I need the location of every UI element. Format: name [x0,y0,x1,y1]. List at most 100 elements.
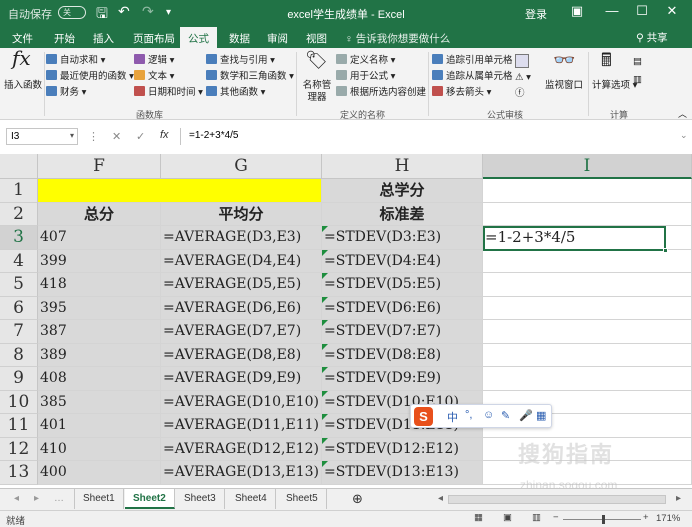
microphone-icon[interactable]: 🎤 [519,409,533,422]
cell-g3[interactable]: =AVERAGE(D3,E3) [161,226,322,250]
ime-mode-indicator[interactable]: 中 [447,409,458,425]
ellipsis-icon[interactable]: … [46,489,72,509]
cell-h8[interactable]: =STDEV(D8:E8) [322,343,483,367]
create-from-selection-button[interactable]: 根据所选内容创建 [336,86,426,99]
scroll-left-icon[interactable]: ◂ [6,489,27,509]
share-button[interactable]: ⚲ 共享 [636,30,668,45]
row-header-13[interactable]: 13 [0,461,38,485]
cell-g12[interactable]: =AVERAGE(D12,E12) [161,437,322,461]
cell-f9[interactable]: 408 [38,367,161,391]
zoom-in-icon[interactable]: + [643,512,649,523]
tab-home[interactable]: 开始 [54,31,75,46]
tab-formulas[interactable]: 公式 [180,27,217,48]
define-name-button[interactable]: 定义名称 ▾ [336,54,395,67]
normal-view-icon[interactable]: ▦ [474,512,483,523]
redo-icon[interactable]: ↷ [142,3,154,20]
cell-f13[interactable]: 400 [38,461,161,485]
cell-f10[interactable]: 385 [38,390,161,414]
financial-button[interactable]: 财务 ▾ [46,86,86,99]
cell-g7[interactable]: =AVERAGE(D7,E7) [161,320,322,344]
scroll-right-icon[interactable]: ▸ [26,489,47,509]
logical-button[interactable]: 逻辑 ▾ [134,54,174,67]
tab-page-layout[interactable]: 页面布局 [133,31,175,46]
cell-f4[interactable]: 399 [38,249,161,273]
hscroll-right-icon[interactable]: ▸ [668,489,689,509]
cell-h4[interactable]: =STDEV(D4:E4) [322,249,483,273]
tab-review[interactable]: 审阅 [267,31,288,46]
trace-precedents-button[interactable]: 追踪引用单元格 [432,54,513,67]
minimize-icon[interactable]: — [600,3,624,18]
cell-f11[interactable]: 401 [38,414,161,438]
name-manager-button[interactable]: 名称管理器 [302,80,332,104]
watch-window-button[interactable]: 监视窗口 [545,80,583,92]
error-check-icon[interactable]: ⚠ ▾ [515,72,531,84]
row-header-3[interactable]: 3 [0,226,38,250]
qat-customize-icon[interactable]: ▾ [166,7,171,18]
cell-h5[interactable]: =STDEV(D5:E5) [322,273,483,297]
cell-h9[interactable]: =STDEV(D9:E9) [322,367,483,391]
row-header-2[interactable]: 2 [0,202,38,226]
sheet-tab-sheet1[interactable]: Sheet1 [74,489,124,509]
row-header-1[interactable]: 1 [0,179,38,203]
cell-f6[interactable]: 395 [38,296,161,320]
insert-function-button[interactable]: 插入函数 [4,80,42,92]
column-header-g[interactable]: G [161,154,322,179]
cell-g4[interactable]: =AVERAGE(D4,E4) [161,249,322,273]
undo-icon[interactable]: ↶ [118,3,130,20]
row-header-10[interactable]: 10 [0,390,38,414]
more-functions-button[interactable]: 其他函数 ▾ [206,86,265,99]
page-break-view-icon[interactable]: ▥ [532,512,541,523]
lookup-button[interactable]: 查找与引用 ▾ [206,54,275,67]
cell-i4[interactable] [483,249,692,273]
cell-i1[interactable] [483,179,692,203]
skin-icon[interactable]: ✎ [501,409,510,422]
cell-h2[interactable]: 标准差 [322,202,483,226]
column-header-f[interactable]: F [38,154,161,179]
formula-input[interactable]: =1-2+3*4/5 [180,128,677,145]
trace-dependents-button[interactable]: 追踪从属单元格 [432,70,513,83]
cell-h3[interactable]: =STDEV(D3:E3) [322,226,483,250]
close-icon[interactable]: ✕ [660,3,684,19]
cell-g10[interactable]: =AVERAGE(D10,E10) [161,390,322,414]
calculate-sheet-icon[interactable]: ▥ [633,74,642,86]
cell-f7[interactable]: 387 [38,320,161,344]
add-sheet-icon[interactable]: ⊕ [344,487,371,507]
column-header-i[interactable]: I [483,154,692,179]
page-layout-view-icon[interactable]: ▣ [503,512,512,523]
insert-function-icon[interactable]: fx [12,48,31,68]
horizontal-scrollbar[interactable] [448,495,666,504]
tab-insert[interactable]: 插入 [93,31,114,46]
row-header-8[interactable]: 8 [0,343,38,367]
cell-g2[interactable]: 平均分 [161,202,322,226]
math-trig-button[interactable]: 数学和三角函数 ▾ [206,70,294,83]
enter-icon[interactable]: ✓ [136,130,145,143]
row-header-4[interactable]: 4 [0,249,38,273]
maximize-icon[interactable]: ☐ [630,3,654,19]
cell-h12[interactable]: =STDEV(D12:E12) [322,437,483,461]
save-icon[interactable]: 🖫 [96,3,108,27]
cell-g6[interactable]: =AVERAGE(D6,E6) [161,296,322,320]
evaluate-formula-icon[interactable]: ⓕ [515,88,525,100]
tab-view[interactable]: 视图 [306,31,327,46]
emoji-icon[interactable]: ☺ [483,409,494,421]
column-header-h[interactable]: H [322,154,483,179]
collapse-ribbon-icon[interactable]: ︿ [678,108,687,120]
autosave-toggle[interactable]: 关 [58,6,86,19]
sheet-tab-sheet4[interactable]: Sheet4 [227,489,276,509]
cancel-icon[interactable]: ✕ [112,130,121,143]
sheet-tab-sheet2[interactable]: Sheet2 [125,489,175,509]
cell-f5[interactable]: 418 [38,273,161,297]
calculate-now-icon[interactable]: ▤ [633,56,642,68]
cell-g11[interactable]: =AVERAGE(D11,E11) [161,414,322,438]
cell-i3[interactable]: =1-2+3*4/5 [483,226,692,250]
cell-f8[interactable]: 389 [38,343,161,367]
cell-g1[interactable] [161,179,322,203]
row-header-5[interactable]: 5 [0,273,38,297]
calculation-options-button[interactable]: 计算选项 ▾ [592,80,637,92]
cell-i2[interactable] [483,202,692,226]
cell-i6[interactable] [483,296,692,320]
cell-h7[interactable]: =STDEV(D7:E7) [322,320,483,344]
insert-function-fx-button[interactable]: fx [160,129,169,141]
zoom-out-icon[interactable]: − [553,512,559,523]
cell-i7[interactable] [483,320,692,344]
